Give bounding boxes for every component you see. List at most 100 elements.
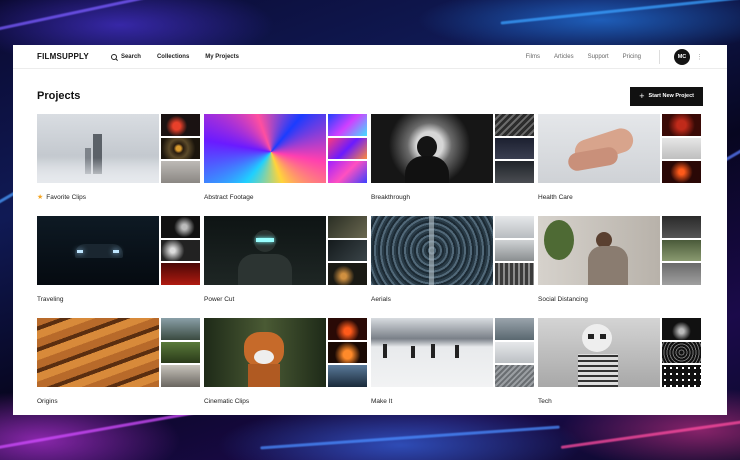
nav-search[interactable]: Search: [110, 53, 141, 60]
project-card[interactable]: Aerials: [371, 216, 534, 318]
project-side-thumbnail[interactable]: [495, 318, 534, 340]
project-side-thumbnail[interactable]: [662, 318, 701, 340]
project-card[interactable]: Make It: [371, 318, 534, 415]
project-main-thumbnail[interactable]: [204, 318, 326, 387]
project-side-thumbnail[interactable]: [495, 114, 534, 136]
projects-grid: ★ Favorite Clips Abstract Footage Breakt…: [37, 114, 703, 415]
project-main-thumbnail[interactable]: [538, 318, 660, 387]
project-side-thumbnail[interactable]: [328, 365, 367, 388]
project-side-thumbnail[interactable]: [495, 341, 534, 364]
project-side-thumbnail[interactable]: [662, 365, 701, 388]
project-side-thumbnail[interactable]: [328, 137, 367, 160]
project-main-thumbnail[interactable]: [538, 216, 660, 285]
project-side-thumbnail[interactable]: [161, 137, 200, 160]
project-side-thumbnail[interactable]: [161, 318, 200, 340]
project-side-thumbnail[interactable]: [495, 365, 534, 388]
project-side-thumbnail[interactable]: [662, 137, 701, 160]
project-name: Favorite Clips: [46, 194, 87, 201]
nav-my-projects[interactable]: My Projects: [205, 54, 239, 60]
start-new-project-button[interactable]: + Start New Project: [630, 86, 703, 106]
project-name: Health Care: [538, 194, 573, 201]
nav-articles[interactable]: Articles: [554, 54, 574, 60]
project-card[interactable]: Abstract Footage: [204, 114, 367, 216]
nav-pricing[interactable]: Pricing: [623, 54, 641, 60]
project-name: Cinematic Clips: [204, 398, 250, 405]
plus-icon: +: [639, 90, 645, 101]
project-side-thumbnail[interactable]: [161, 341, 200, 364]
light-streak: [260, 425, 560, 450]
project-main-thumbnail[interactable]: [371, 318, 493, 387]
start-new-project-label: Start New Project: [648, 93, 694, 99]
light-streak: [560, 418, 740, 449]
star-icon: ★: [37, 194, 44, 201]
light-streak: [0, 0, 179, 34]
page-title: Projects: [37, 90, 81, 102]
project-main-thumbnail[interactable]: [37, 318, 159, 387]
project-name: Power Cut: [204, 296, 235, 303]
project-card[interactable]: Origins: [37, 318, 200, 415]
project-card[interactable]: Breakthrough: [371, 114, 534, 216]
project-name: Traveling: [37, 296, 64, 303]
project-main-thumbnail[interactable]: [37, 216, 159, 285]
project-card[interactable]: Health Care: [538, 114, 701, 216]
nav-right: Films Articles Support Pricing MC ⋮: [526, 48, 703, 65]
project-side-thumbnail[interactable]: [328, 341, 367, 364]
project-side-thumbnail[interactable]: [328, 216, 367, 238]
project-side-thumbnail[interactable]: [662, 341, 701, 364]
project-side-thumbnail[interactable]: [161, 114, 200, 136]
project-main-thumbnail[interactable]: [37, 114, 159, 183]
project-side-thumbnail[interactable]: [495, 137, 534, 160]
project-name: Social Distancing: [538, 296, 588, 303]
project-name: Make It: [371, 398, 393, 405]
nav-support[interactable]: Support: [588, 54, 609, 60]
project-card[interactable]: ★ Favorite Clips: [37, 114, 200, 216]
top-nav: FILMSUPPLY Search Collections My Project…: [13, 45, 727, 69]
project-side-thumbnail[interactable]: [161, 263, 200, 286]
project-card[interactable]: Power Cut: [204, 216, 367, 318]
project-side-thumbnail[interactable]: [662, 239, 701, 262]
project-card[interactable]: Social Distancing: [538, 216, 701, 318]
project-side-thumbnail[interactable]: [662, 161, 701, 184]
project-main-thumbnail[interactable]: [204, 114, 326, 183]
project-name: Breakthrough: [371, 194, 411, 201]
light-streak: [500, 0, 740, 25]
nav-films[interactable]: Films: [526, 54, 540, 60]
project-main-thumbnail[interactable]: [371, 216, 493, 285]
project-side-thumbnail[interactable]: [328, 263, 367, 286]
project-side-thumbnail[interactable]: [495, 161, 534, 184]
nav-left: Search Collections My Projects: [110, 53, 239, 60]
project-side-thumbnail[interactable]: [328, 161, 367, 184]
project-card[interactable]: Tech: [538, 318, 701, 415]
project-main-thumbnail[interactable]: [538, 114, 660, 183]
project-main-thumbnail[interactable]: [204, 216, 326, 285]
project-card[interactable]: Cinematic Clips: [204, 318, 367, 415]
project-side-thumbnail[interactable]: [328, 239, 367, 262]
project-side-thumbnail[interactable]: [495, 263, 534, 286]
project-side-thumbnail[interactable]: [161, 161, 200, 184]
project-side-thumbnail[interactable]: [328, 114, 367, 136]
project-side-thumbnail[interactable]: [495, 216, 534, 238]
nav-collections[interactable]: Collections: [157, 54, 189, 60]
project-side-thumbnail[interactable]: [161, 216, 200, 238]
project-name: Tech: [538, 398, 552, 405]
project-main-thumbnail[interactable]: [371, 114, 493, 183]
nav-divider: [659, 49, 660, 64]
avatar[interactable]: MC: [674, 48, 690, 65]
project-card[interactable]: Traveling: [37, 216, 200, 318]
project-name: Origins: [37, 398, 58, 405]
project-side-thumbnail[interactable]: [161, 365, 200, 388]
light-streak: [0, 408, 209, 451]
project-side-thumbnail[interactable]: [328, 318, 367, 340]
search-icon: [110, 53, 117, 60]
more-vertical-icon[interactable]: ⋮: [696, 53, 703, 61]
nav-search-label: Search: [120, 53, 141, 60]
project-side-thumbnail[interactable]: [161, 239, 200, 262]
filmsupply-logo[interactable]: FILMSUPPLY: [37, 52, 89, 61]
project-name: Aerials: [371, 296, 391, 303]
project-side-thumbnail[interactable]: [662, 263, 701, 286]
project-side-thumbnail[interactable]: [662, 114, 701, 136]
project-name: Abstract Footage: [204, 194, 254, 201]
project-side-thumbnail[interactable]: [495, 239, 534, 262]
project-side-thumbnail[interactable]: [662, 216, 701, 238]
page-header: Projects + Start New Project: [13, 86, 727, 106]
